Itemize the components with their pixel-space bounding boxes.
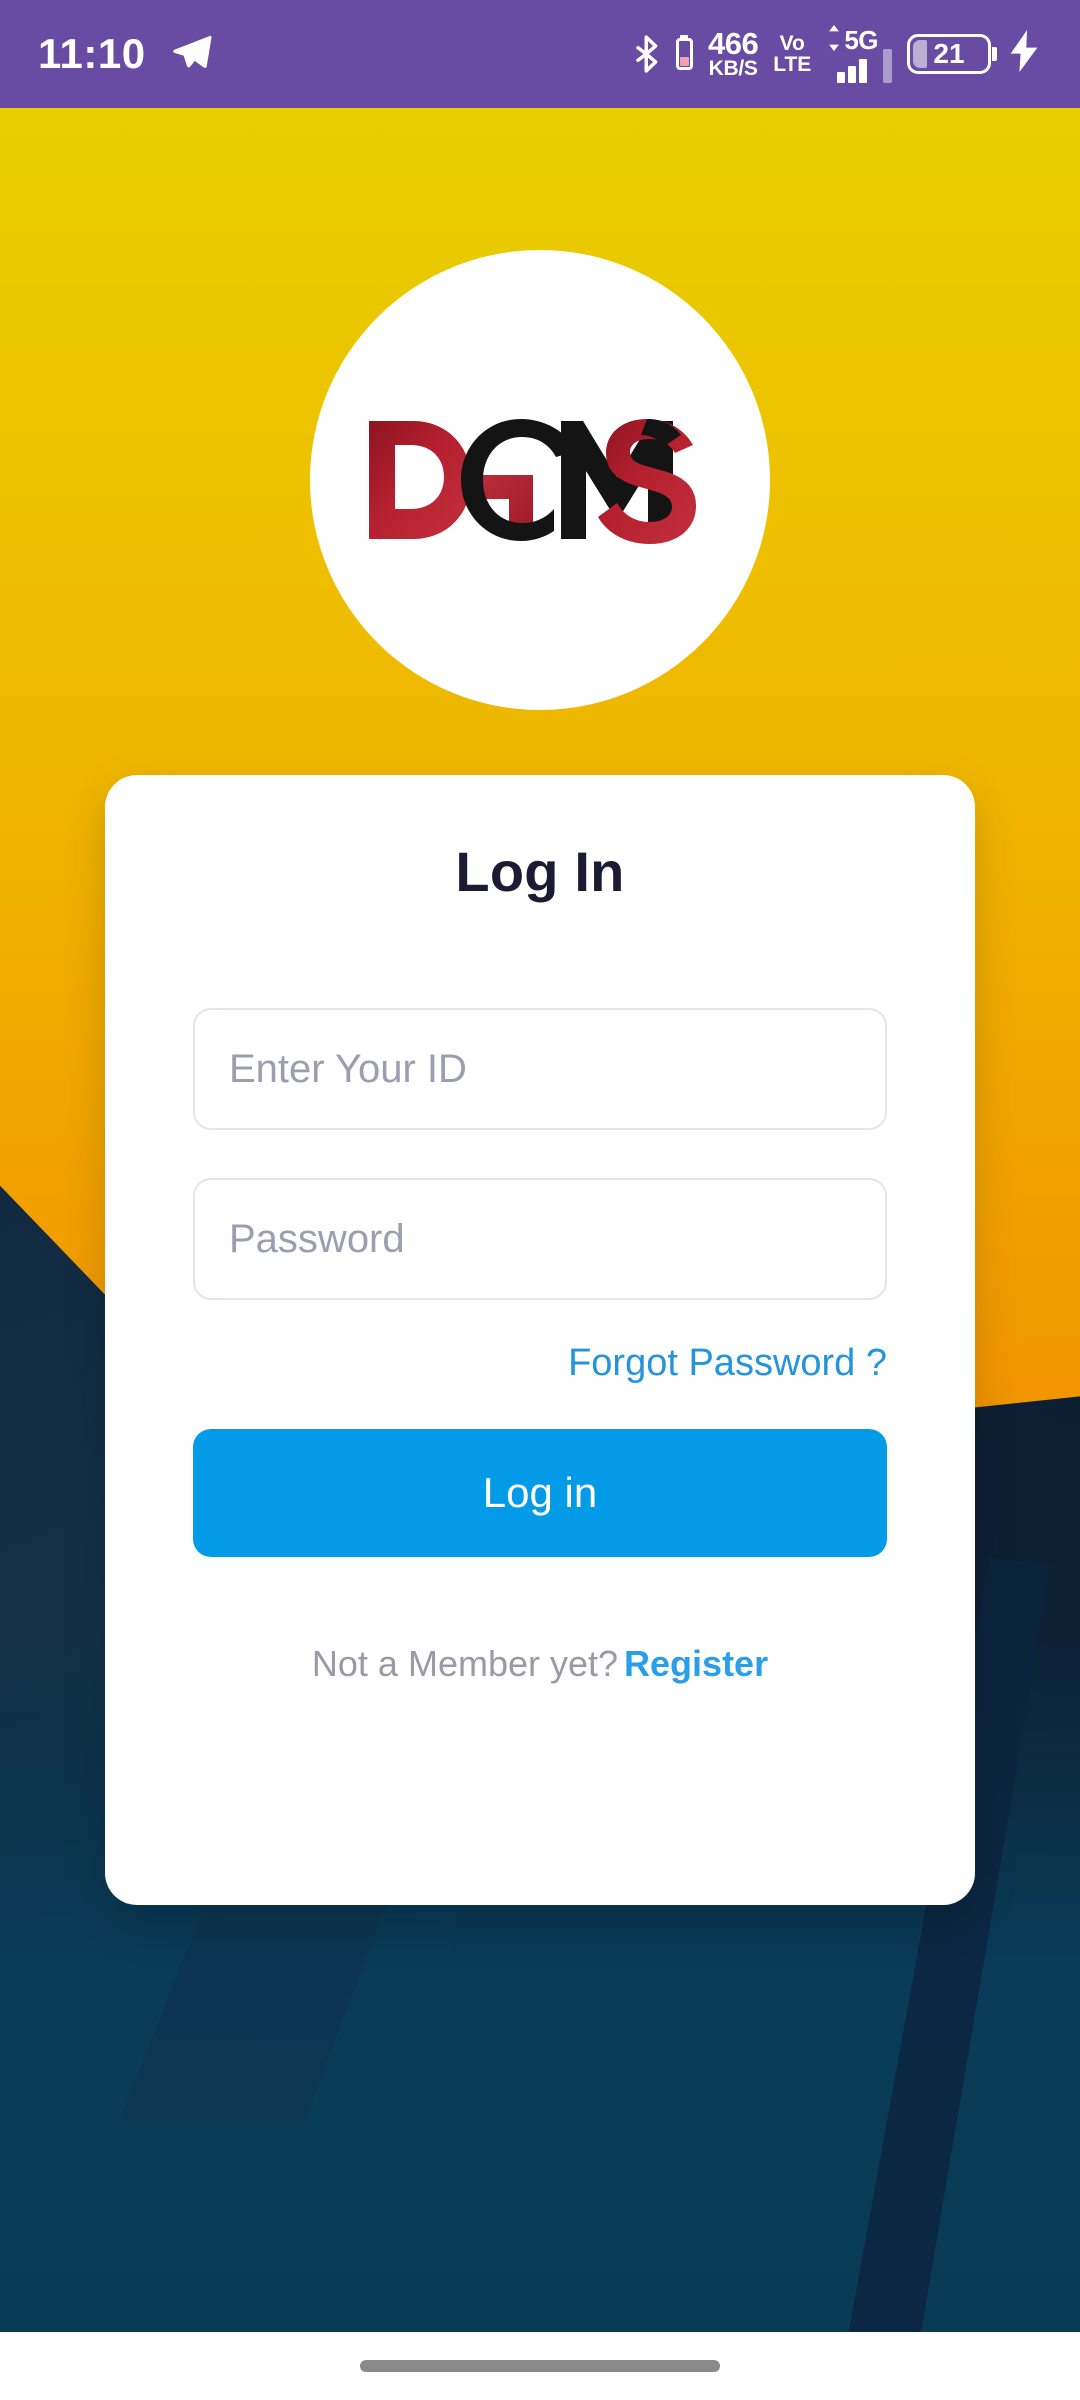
data-transfer-arrows-icon [826, 25, 842, 55]
network-speed-unit: KB/S [708, 56, 758, 80]
volte-label-bottom: LTE [773, 53, 812, 76]
gesture-home-pill[interactable] [360, 2360, 720, 2372]
telegram-send-icon [172, 34, 212, 75]
forgot-password-link[interactable]: Forgot Password ? [193, 1342, 887, 1385]
register-row: Not a Member yet? Register [193, 1643, 887, 1685]
status-bar: 11:10 466 KB/S Vo LTE 5G 21 [0, 0, 1080, 108]
volte-indicator: Vo LTE [773, 33, 811, 75]
password-field-placeholder: Password [229, 1216, 405, 1261]
signal-bars-icon [837, 57, 868, 83]
register-link[interactable]: Register [624, 1643, 768, 1684]
page-title: Log In [455, 840, 625, 903]
signal-bar-inactive [883, 49, 892, 83]
volte-label-top: Vo [779, 32, 805, 55]
mobile-network-indicator: 5G [826, 25, 892, 83]
bluetooth-icon [635, 35, 661, 73]
id-field[interactable]: Enter Your ID [193, 1008, 887, 1130]
status-bar-left: 11:10 [38, 33, 212, 75]
bluetooth-device-battery-icon [675, 38, 693, 70]
register-prompt-label: Not a Member yet? [311, 1643, 619, 1684]
status-bar-clock: 11:10 [38, 30, 146, 77]
status-bar-right: 466 KB/S Vo LTE 5G 21 [635, 25, 1040, 83]
system-navigation-bar [0, 2332, 1080, 2400]
network-speed-indicator: 466 KB/S [707, 25, 759, 80]
id-field-placeholder: Enter Your ID [229, 1046, 467, 1091]
dgms-logo [365, 415, 715, 545]
phone-screen: 11:10 466 KB/S Vo LTE 5G 21 Log In Enter… [0, 0, 1080, 2400]
battery-fill [913, 40, 927, 68]
network-type-label: 5G [844, 25, 878, 55]
brand-logo-circle [310, 250, 770, 710]
charging-bolt-icon [1008, 29, 1040, 79]
battery-level-label: 21 [933, 38, 965, 69]
login-card: Log In Enter Your ID Password Forgot Pas… [105, 775, 975, 1905]
network-speed-value: 466 [707, 25, 759, 61]
password-field[interactable]: Password [193, 1178, 887, 1300]
battery-indicator: 21 [907, 34, 991, 74]
login-button[interactable]: Log in [193, 1429, 887, 1557]
